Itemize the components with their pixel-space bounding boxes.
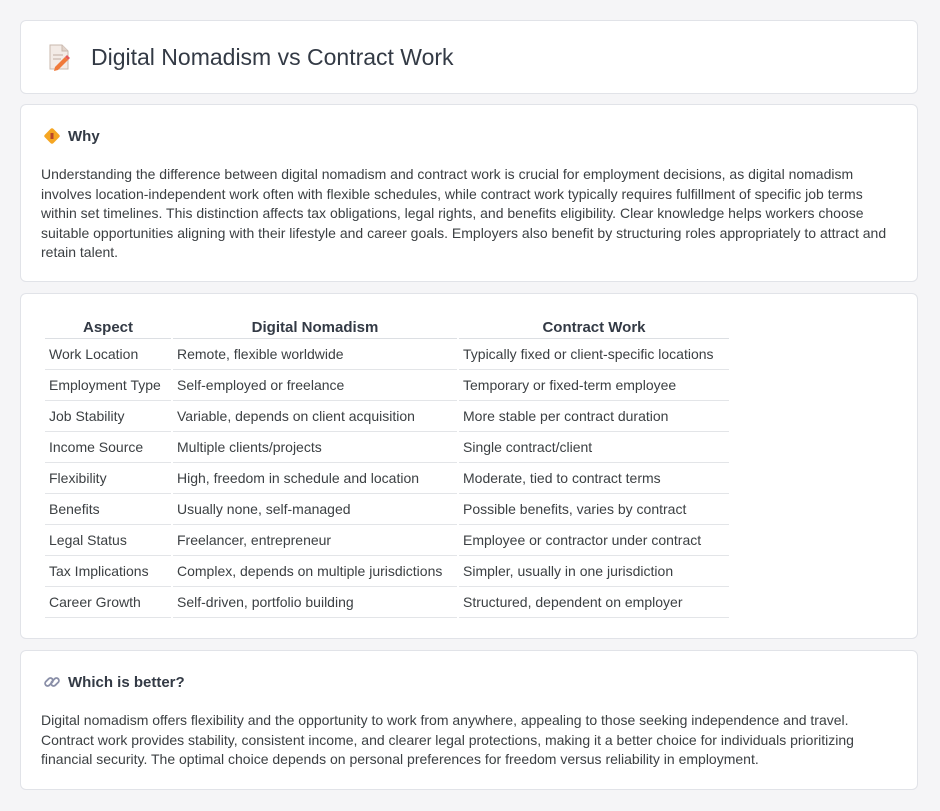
title-row: Digital Nomadism vs Contract Work: [47, 43, 454, 71]
comparison-section: Aspect Digital Nomadism Contract Work Wo…: [20, 293, 918, 639]
aspect-cell: Flexibility: [45, 463, 171, 494]
column-header-aspect: Aspect: [45, 316, 171, 339]
which-is-better-section: Which is better? Digital nomadism offers…: [20, 650, 918, 790]
better-title: Which is better?: [68, 673, 185, 691]
contract-work-cell: Typically fixed or client-specific locat…: [459, 339, 729, 370]
aspect-cell: Benefits: [45, 494, 171, 525]
digital-nomadism-cell: High, freedom in schedule and location: [173, 463, 457, 494]
aspect-cell: Career Growth: [45, 587, 171, 618]
contract-work-cell: Employee or contractor under contract: [459, 525, 729, 556]
comparison-table: Aspect Digital Nomadism Contract Work Wo…: [43, 316, 731, 618]
contract-work-cell: More stable per contract duration: [459, 401, 729, 432]
contract-work-cell: Temporary or fixed-term employee: [459, 370, 729, 401]
aspect-cell: Income Source: [45, 432, 171, 463]
contract-work-cell: Possible benefits, varies by contract: [459, 494, 729, 525]
diamond-sign-icon: [44, 128, 60, 144]
table-row: Work Location Remote, flexible worldwide…: [45, 339, 729, 370]
column-header-digital-nomadism: Digital Nomadism: [173, 316, 457, 339]
why-text: Understanding the difference between dig…: [41, 166, 887, 260]
table-header-row: Aspect Digital Nomadism Contract Work: [45, 316, 729, 339]
table-row: Career Growth Self-driven, portfolio bui…: [45, 587, 729, 618]
aspect-cell: Legal Status: [45, 525, 171, 556]
table-row: Flexibility High, freedom in schedule an…: [45, 463, 729, 494]
digital-nomadism-cell: Multiple clients/projects: [173, 432, 457, 463]
digital-nomadism-cell: Variable, depends on client acquisition: [173, 401, 457, 432]
why-title: Why: [68, 127, 100, 145]
contract-work-cell: Simpler, usually in one jurisdiction: [459, 556, 729, 587]
table-row: Job Stability Variable, depends on clien…: [45, 401, 729, 432]
digital-nomadism-cell: Freelancer, entrepreneur: [173, 525, 457, 556]
better-heading: Which is better?: [43, 673, 185, 691]
why-heading: Why: [43, 127, 100, 145]
aspect-cell: Employment Type: [45, 370, 171, 401]
aspect-cell: Tax Implications: [45, 556, 171, 587]
digital-nomadism-cell: Complex, depends on multiple jurisdictio…: [173, 556, 457, 587]
page-title: Digital Nomadism vs Contract Work: [91, 43, 454, 70]
digital-nomadism-cell: Usually none, self-managed: [173, 494, 457, 525]
header-card: Digital Nomadism vs Contract Work: [20, 20, 918, 94]
contract-work-cell: Single contract/client: [459, 432, 729, 463]
table-row: Tax Implications Complex, depends on mul…: [45, 556, 729, 587]
link-icon: [44, 677, 60, 687]
contract-work-cell: Moderate, tied to contract terms: [459, 463, 729, 494]
table-row: Benefits Usually none, self-managed Poss…: [45, 494, 729, 525]
digital-nomadism-cell: Remote, flexible worldwide: [173, 339, 457, 370]
why-section: Why Understanding the difference between…: [20, 104, 918, 282]
table-row: Income Source Multiple clients/projects …: [45, 432, 729, 463]
digital-nomadism-cell: Self-employed or freelance: [173, 370, 457, 401]
table-row: Legal Status Freelancer, entrepreneur Em…: [45, 525, 729, 556]
aspect-cell: Job Stability: [45, 401, 171, 432]
table-row: Employment Type Self-employed or freelan…: [45, 370, 729, 401]
better-text: Digital nomadism offers flexibility and …: [41, 712, 854, 767]
contract-work-cell: Structured, dependent on employer: [459, 587, 729, 618]
document-pencil-icon: [49, 44, 70, 71]
column-header-contract-work: Contract Work: [459, 316, 729, 339]
aspect-cell: Work Location: [45, 339, 171, 370]
digital-nomadism-cell: Self-driven, portfolio building: [173, 587, 457, 618]
